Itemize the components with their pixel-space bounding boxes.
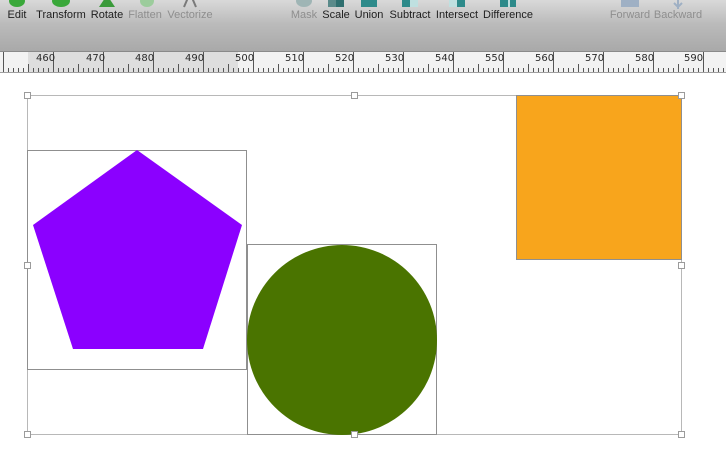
ruler-label: 580: [635, 53, 655, 64]
rotate-button[interactable]: Rotate: [91, 0, 123, 22]
scale-icon: [324, 0, 348, 9]
backward-label: Backward: [653, 9, 703, 21]
difference-label: Difference: [483, 9, 533, 21]
edit-label: Edit: [7, 9, 27, 21]
resize-handle-top-right[interactable]: [678, 92, 685, 99]
circle-shape[interactable]: [247, 245, 437, 435]
difference-icon: [496, 0, 520, 9]
forward-button[interactable]: Forward: [609, 0, 651, 22]
ruler-label: 540: [435, 53, 455, 64]
mask-icon: [292, 0, 316, 9]
ruler-label: 470: [86, 53, 106, 64]
union-icon: [357, 0, 381, 9]
backward-icon: [666, 0, 690, 9]
ruler-label: 530: [385, 53, 405, 64]
resize-handle-right[interactable]: [678, 262, 685, 269]
vectorize-label: Vectorize: [167, 9, 213, 21]
ruler-label: 460: [36, 53, 56, 64]
union-button[interactable]: Union: [355, 0, 383, 22]
vectorize-icon: ▾: [178, 0, 202, 9]
ruler-label: 500: [235, 53, 255, 64]
subtract-button[interactable]: Subtract: [389, 0, 431, 22]
forward-icon: [618, 0, 642, 9]
intersect-label: Intersect: [435, 9, 479, 21]
transform-label: Transform: [36, 9, 86, 21]
intersect-button[interactable]: Intersect: [435, 0, 479, 22]
canvas-svg: [24, 92, 685, 438]
toolbar: Edit Transform Rotate Flatten ▾ Vectoriz…: [0, 0, 726, 22]
rotate-icon: [95, 0, 119, 9]
ruler-label: 520: [335, 53, 355, 64]
ruler-label: 550: [485, 53, 505, 64]
flatten-label: Flatten: [128, 9, 162, 21]
secondary-toolbar: [0, 22, 726, 52]
scale-label: Scale: [322, 9, 350, 21]
square-shape[interactable]: [516, 95, 682, 260]
flatten-button[interactable]: Flatten: [128, 0, 162, 22]
vectorize-button[interactable]: ▾ Vectorize: [167, 0, 213, 22]
mask-button[interactable]: Mask: [291, 0, 317, 22]
edit-icon: [5, 0, 29, 9]
ruler-label: 590: [684, 53, 704, 64]
subtract-icon: [398, 0, 422, 9]
backward-button[interactable]: Backward: [653, 0, 703, 22]
resize-handle-bottom-left[interactable]: [24, 431, 31, 438]
transform-button[interactable]: Transform: [36, 0, 86, 22]
horizontal-ruler[interactable]: 460 470 480 490 500 510 520 530 540 550 …: [0, 52, 726, 73]
drawing-canvas[interactable]: [0, 73, 726, 465]
ruler-label: 570: [585, 53, 605, 64]
forward-label: Forward: [609, 9, 651, 21]
ruler-label: 480: [135, 53, 155, 64]
mask-label: Mask: [290, 9, 318, 21]
scale-button[interactable]: Scale: [322, 0, 350, 22]
ruler-label: 490: [185, 53, 205, 64]
union-label: Union: [354, 9, 384, 21]
rotate-label: Rotate: [90, 9, 124, 21]
intersect-icon: [445, 0, 469, 9]
resize-handle-bottom-right[interactable]: [678, 431, 685, 438]
flatten-icon: [133, 0, 157, 9]
resize-handle-left[interactable]: [24, 262, 31, 269]
ruler-label: 560: [535, 53, 555, 64]
resize-handle-bottom[interactable]: [351, 431, 358, 438]
difference-button[interactable]: Difference: [483, 0, 533, 22]
ruler-ticks: [3, 52, 724, 72]
resize-handle-top-left[interactable]: [24, 92, 31, 99]
resize-handle-top[interactable]: [351, 92, 358, 99]
subtract-label: Subtract: [389, 9, 431, 21]
transform-icon: [49, 0, 73, 9]
ruler-label: 510: [285, 53, 305, 64]
edit-button[interactable]: Edit: [6, 0, 28, 22]
pentagon-shape[interactable]: [33, 150, 242, 349]
